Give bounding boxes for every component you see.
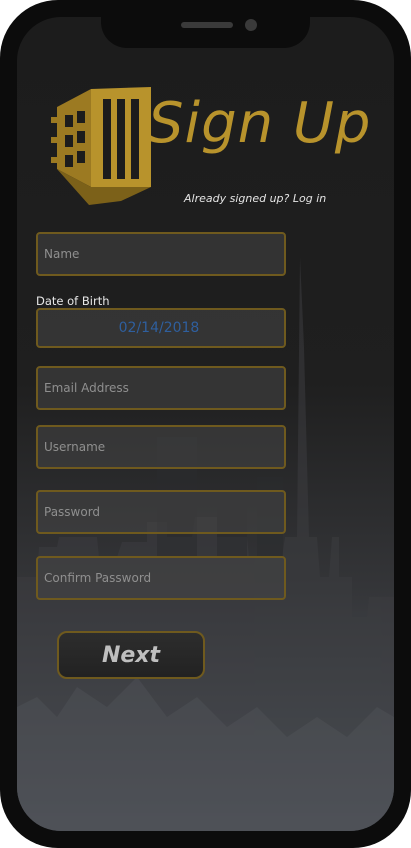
dob-field[interactable]: 02/14/2018 — [36, 308, 286, 348]
email-field[interactable] — [36, 366, 286, 410]
name-field[interactable] — [36, 232, 286, 276]
dob-value: 02/14/2018 — [118, 320, 200, 336]
earpiece-speaker — [181, 22, 233, 28]
next-button-label: Next — [101, 642, 161, 668]
login-link[interactable]: Already signed up? Log in — [184, 192, 326, 205]
building-logo-icon — [51, 87, 151, 205]
dob-label: Date of Birth — [36, 294, 110, 308]
username-field[interactable] — [36, 425, 286, 469]
password-field[interactable] — [36, 490, 286, 534]
front-camera — [245, 19, 257, 31]
page-title: Sign Up — [148, 91, 372, 156]
confirm-password-field[interactable] — [36, 556, 286, 600]
next-button[interactable]: Next — [57, 631, 205, 679]
